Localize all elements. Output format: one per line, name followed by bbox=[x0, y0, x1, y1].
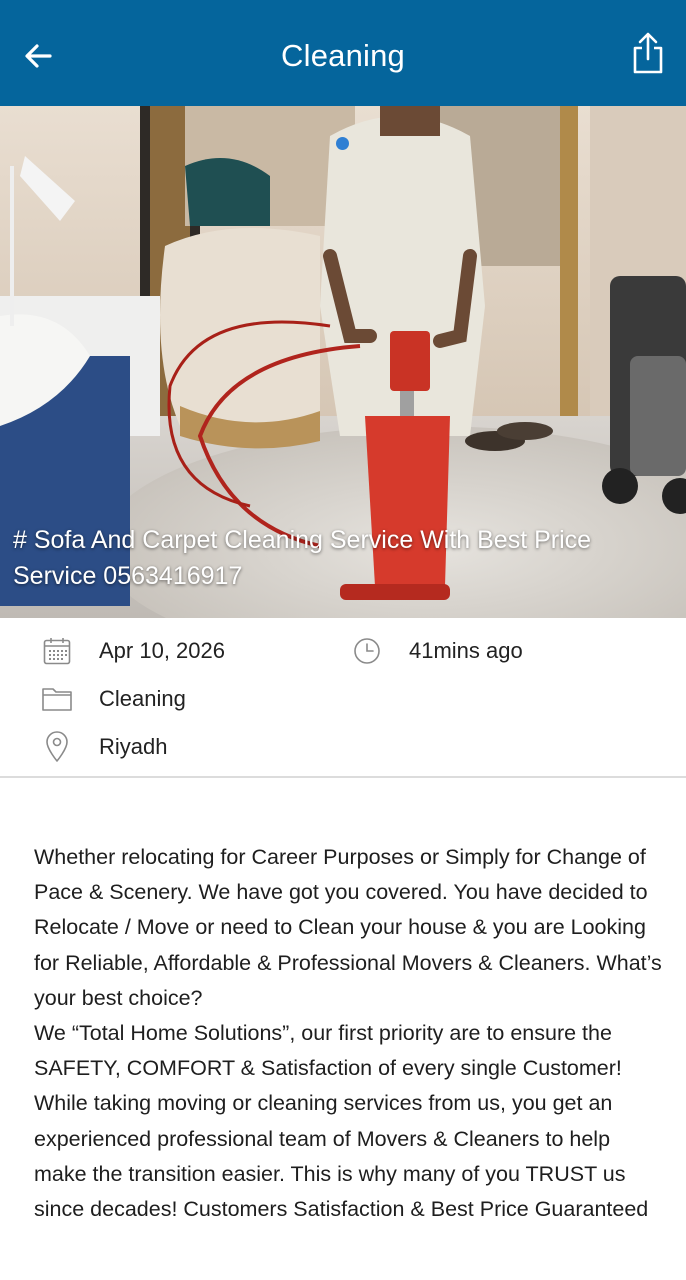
share-button[interactable] bbox=[628, 30, 668, 76]
listing-title-caption: # Sofa And Carpet Cleaning Service With … bbox=[13, 522, 646, 594]
listing-meta: Apr 10, 2026 41mins ago Cleaning Riyadh bbox=[0, 618, 686, 778]
share-icon bbox=[633, 32, 663, 74]
folder-icon bbox=[40, 682, 74, 716]
location-label: Riyadh bbox=[99, 734, 168, 759]
listing-description: Whether relocating for Career Purposes o… bbox=[34, 840, 664, 1227]
category-label: Cleaning bbox=[99, 686, 186, 711]
posted-time-ago: 41mins ago bbox=[409, 638, 523, 663]
description-paragraph-2: We “Total Home Solutions”, our first pri… bbox=[34, 1021, 649, 1222]
location-row: Riyadh bbox=[40, 730, 167, 764]
calendar-icon bbox=[40, 634, 74, 668]
time-row: 41mins ago bbox=[350, 634, 523, 668]
description-paragraph-1: Whether relocating for Career Purposes o… bbox=[34, 845, 662, 1010]
section-divider bbox=[0, 776, 686, 778]
caption-line-1: # Sofa And Carpet Cleaning Service With … bbox=[13, 526, 592, 554]
caption-line-2: Service 0563416917 bbox=[13, 562, 243, 590]
posted-date: Apr 10, 2026 bbox=[99, 638, 225, 663]
category-row: Cleaning bbox=[40, 682, 186, 716]
page-title: Cleaning bbox=[281, 38, 405, 73]
carousel-indicator-dot bbox=[336, 137, 349, 150]
app-bar: Cleaning bbox=[0, 0, 686, 106]
location-pin-icon bbox=[40, 730, 74, 764]
date-row: Apr 10, 2026 bbox=[40, 634, 225, 668]
listing-photo[interactable]: # Sofa And Carpet Cleaning Service With … bbox=[0, 106, 686, 618]
clock-icon bbox=[350, 634, 384, 668]
